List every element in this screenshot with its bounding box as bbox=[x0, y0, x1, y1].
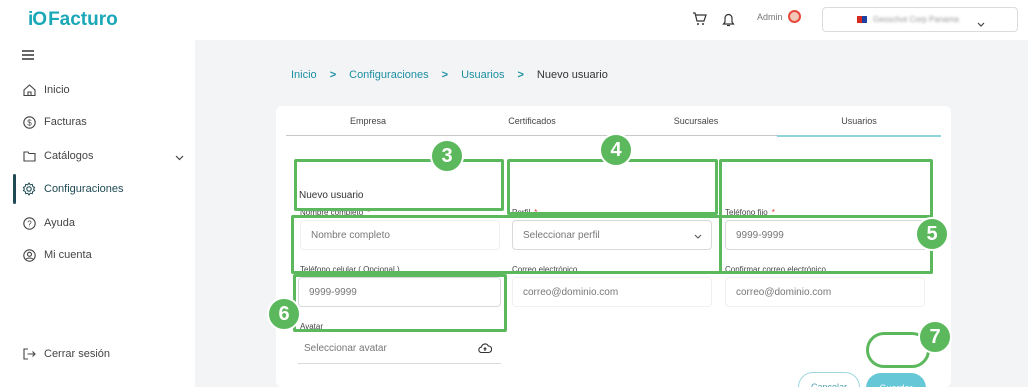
tab-usuarios[interactable]: Usuarios bbox=[777, 106, 941, 137]
sidebar-item-label: Facturas bbox=[44, 116, 87, 128]
annotation-badge-3: 3 bbox=[430, 139, 464, 173]
sidebar-item-ayuda[interactable]: ? Ayuda bbox=[22, 213, 75, 233]
annotation-badge-5: 5 bbox=[915, 217, 949, 251]
folder-icon bbox=[22, 149, 36, 163]
sidebar-item-mi-cuenta[interactable]: Mi cuenta bbox=[22, 245, 92, 265]
dollar-icon: $ bbox=[22, 115, 36, 129]
highlight-box-4 bbox=[507, 159, 718, 215]
tab-certificados[interactable]: Certificados bbox=[450, 106, 614, 136]
home-icon bbox=[22, 83, 36, 97]
admin-label: Admin bbox=[757, 12, 783, 22]
correo-input[interactable]: correo@dominio.com bbox=[512, 277, 712, 307]
breadcrumb-configuraciones[interactable]: Configuraciones bbox=[349, 69, 429, 81]
avatar-input-value: Seleccionar avatar bbox=[304, 343, 387, 354]
sidebar-item-label: Configuraciones bbox=[44, 183, 124, 195]
top-bar: iO Facturo Admin Geoschot Corp Panama bbox=[0, 0, 1028, 40]
annotation-badge-7: 7 bbox=[918, 320, 952, 354]
logo[interactable]: iO Facturo bbox=[28, 9, 118, 31]
tab-bar: Empresa Certificados Sucursales Usuarios bbox=[286, 106, 941, 137]
breadcrumb: Inicio > Configuraciones > Usuarios > Nu… bbox=[291, 69, 608, 81]
breadcrumb-separator: > bbox=[441, 69, 449, 81]
cloud-upload-icon[interactable] bbox=[478, 343, 493, 357]
annotation-badge-6: 6 bbox=[267, 297, 301, 331]
logout-label: Cerrar sesión bbox=[44, 348, 111, 360]
logout-icon bbox=[22, 347, 36, 361]
active-indicator bbox=[13, 174, 16, 204]
company-name: Geoschot Corp Panama bbox=[873, 15, 959, 24]
avatar-input[interactable]: Seleccionar avatar bbox=[298, 334, 501, 364]
sidebar-item-label: Ayuda bbox=[44, 217, 75, 229]
sidebar-item-inicio[interactable]: Inicio bbox=[22, 80, 70, 100]
sidebar-item-catalogos[interactable]: Catálogos bbox=[22, 146, 184, 166]
highlight-box-6 bbox=[293, 274, 507, 332]
chevron-down-icon bbox=[175, 152, 184, 164]
sidebar-item-configuraciones[interactable]: Configuraciones bbox=[22, 179, 124, 199]
gear-icon bbox=[22, 182, 36, 196]
cancel-button[interactable]: Cancelar bbox=[798, 372, 860, 387]
breadcrumb-separator: > bbox=[329, 69, 337, 81]
breadcrumb-inicio[interactable]: Inicio bbox=[291, 69, 317, 81]
cart-icon[interactable] bbox=[690, 10, 708, 28]
app-root: iO Facturo Admin Geoschot Corp Panama In… bbox=[0, 0, 1028, 387]
logout-button[interactable]: Cerrar sesión bbox=[22, 344, 110, 364]
save-button[interactable]: Guardar bbox=[866, 373, 926, 387]
tab-sucursales[interactable]: Sucursales bbox=[614, 106, 778, 136]
chevron-down-icon bbox=[977, 15, 985, 33]
logo-mark: iO bbox=[28, 9, 47, 30]
svg-text:?: ? bbox=[27, 219, 32, 228]
breadcrumb-current: Nuevo usuario bbox=[536, 69, 608, 81]
sidebar-item-facturas[interactable]: $ Facturas bbox=[22, 112, 87, 132]
avatar[interactable] bbox=[788, 10, 801, 23]
highlight-box-3 bbox=[294, 159, 504, 211]
annotation-badge-4: 4 bbox=[599, 133, 633, 167]
sidebar-item-label: Catálogos bbox=[44, 150, 94, 162]
svg-text:$: $ bbox=[27, 118, 32, 127]
tab-empresa[interactable]: Empresa bbox=[286, 106, 450, 136]
flag-icon bbox=[857, 16, 867, 23]
breadcrumb-separator: > bbox=[517, 69, 524, 81]
highlight-box-5b bbox=[719, 159, 933, 274]
bell-icon[interactable] bbox=[719, 10, 737, 28]
company-selector[interactable]: Geoschot Corp Panama bbox=[822, 7, 1018, 32]
confirmar-correo-input[interactable]: correo@dominio.com bbox=[725, 277, 925, 307]
menu-icon[interactable] bbox=[22, 47, 34, 65]
help-icon: ? bbox=[22, 216, 36, 230]
sidebar-item-label: Inicio bbox=[44, 84, 70, 96]
user-circle-icon bbox=[22, 248, 36, 262]
logo-text: Facturo bbox=[48, 9, 118, 30]
sidebar-item-label: Mi cuenta bbox=[44, 249, 92, 261]
sidebar: Inicio $ Facturas Catálogos Configuracio… bbox=[0, 40, 195, 387]
breadcrumb-usuarios[interactable]: Usuarios bbox=[461, 69, 504, 81]
